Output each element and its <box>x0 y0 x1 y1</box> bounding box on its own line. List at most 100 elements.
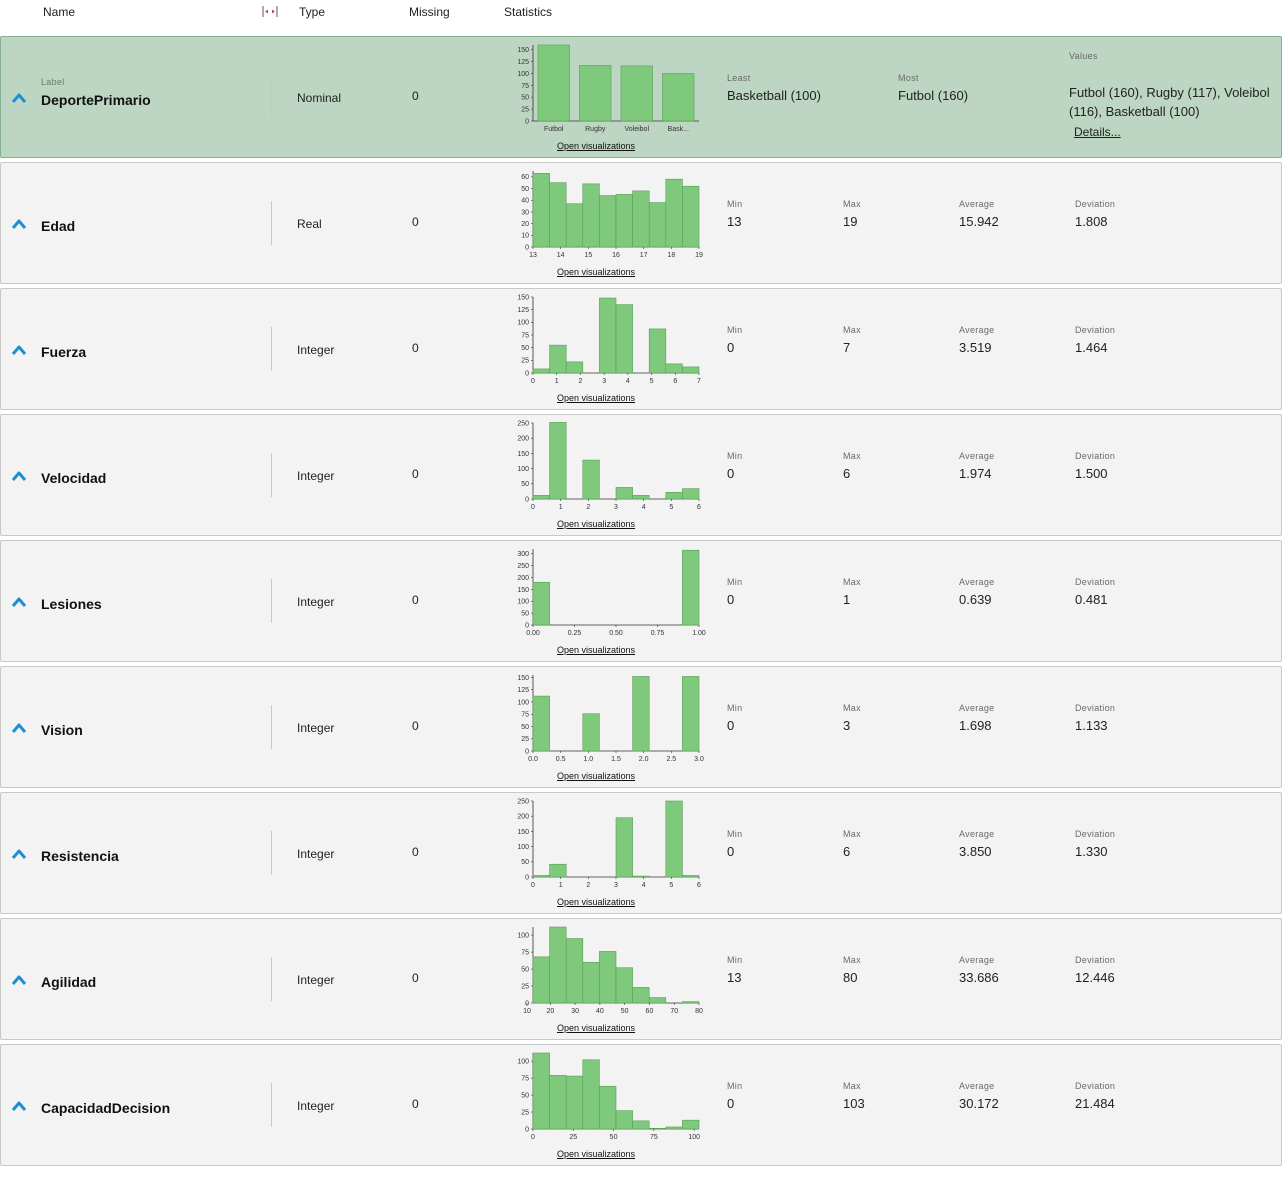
histogram-chart[interactable]: 02550751001020304050607080 <box>509 921 705 1023</box>
missing-count: 0 <box>412 971 419 985</box>
chevron-up-icon[interactable] <box>11 722 27 734</box>
histogram-bar <box>532 173 550 248</box>
histogram-chart[interactable]: 0 25 50 75 100 0 25 50 75 100 <box>509 1047 705 1149</box>
open-visualizations-link[interactable]: Open visualizations <box>557 267 635 277</box>
x-tick-label: 20 <box>546 1008 554 1015</box>
chevron-up-icon[interactable] <box>11 848 27 860</box>
histogram-chart[interactable]: 0 50 100 150 200 250 300 0.00 0.25 0.50 0.75 1.00 <box>509 543 706 645</box>
column-resize-icon[interactable] <box>261 4 279 18</box>
max-value: 19 <box>843 214 858 229</box>
y-tick-label: 10 <box>521 233 529 240</box>
attribute-row[interactable]: Fuerza Integer 0 0 25 50 75 100 125 150 0 1 2 3 4 5 6 7 Op… <box>0 288 1282 410</box>
max-label: Max <box>843 199 861 209</box>
attribute-row[interactable]: Velocidad Integer 0 0 50 100 150 200 250 0 1 2 3 4 5 6 O… <box>0 414 1282 536</box>
x-tick-label: Rugby <box>585 126 606 133</box>
histogram-bar <box>665 1126 683 1130</box>
missing-count: 0 <box>412 341 419 355</box>
histogram-bar <box>682 1119 700 1130</box>
histogram-chart[interactable]: 0 25 50 75 100 125 150 0 1 2 3 4 5 6 7 <box>509 291 705 393</box>
chevron-up-icon[interactable] <box>11 974 27 986</box>
y-tick-label: 100 <box>517 844 529 851</box>
histogram-bar <box>682 549 700 626</box>
min-label: Min <box>727 1081 743 1091</box>
histogram-bar <box>632 875 650 878</box>
chevron-up-icon[interactable] <box>11 596 27 608</box>
open-visualizations-link[interactable]: Open visualizations <box>557 1023 635 1033</box>
open-visualizations-link[interactable]: Open visualizations <box>557 141 635 151</box>
histogram-chart[interactable]: 0 25 50 75 100 125 150 0.0 0.5 1.0 1.5 2.0 2.5 3.0 <box>509 669 705 771</box>
open-visualizations-link[interactable]: Open visualizations <box>557 897 635 907</box>
deviation-value: 1.133 <box>1075 718 1108 733</box>
attribute-name: Resistencia <box>41 848 119 864</box>
chevron-up-icon[interactable] <box>11 344 27 356</box>
x-tick-label: 0 <box>531 1134 535 1141</box>
y-tick-label: 250 <box>517 420 529 427</box>
y-tick-label: 150 <box>517 47 529 54</box>
y-tick-label: 50 <box>521 95 529 102</box>
attribute-row[interactable]: Vision Integer 0 0 25 50 75 100 125 150 0.0 0.5 1.0 1… <box>0 666 1282 788</box>
deviation-label: Deviation <box>1075 1081 1116 1091</box>
y-tick-label: 75 <box>521 1076 529 1083</box>
open-visualizations-link[interactable]: Open visualizations <box>557 771 635 781</box>
attribute-type: Integer <box>297 721 335 735</box>
chevron-up-icon[interactable] <box>11 218 27 230</box>
average-label: Average <box>959 325 995 335</box>
histogram-chart[interactable]: 0 10 20 30 40 50 60 13 14 15 16 17 18 19 <box>509 165 705 267</box>
attribute-row[interactable]: AgilidadInteger0025507510010203040506070… <box>0 918 1282 1040</box>
deviation-label: Deviation <box>1075 451 1116 461</box>
x-tick-label: 19 <box>695 252 703 259</box>
histogram-bar <box>615 487 633 500</box>
histogram-bar <box>615 817 633 878</box>
x-tick-label: 13 <box>529 252 537 259</box>
chevron-up-icon[interactable] <box>11 470 27 482</box>
x-tick-label: 0.75 <box>651 630 665 637</box>
y-tick-label: 25 <box>521 736 529 743</box>
deviation-value: 12.446 <box>1075 970 1115 985</box>
attribute-name: DeportePrimario <box>41 92 151 108</box>
y-tick-label: 100 <box>517 320 529 327</box>
histogram-chart[interactable]: 0 50 100 150 200 250 0 1 2 3 4 5 6 <box>509 795 705 897</box>
attribute-row[interactable]: Lesiones Integer 0 0 50 100 150 200 250 300 0.00 0.… <box>0 540 1282 662</box>
histogram-bar <box>582 961 600 1004</box>
header-missing[interactable]: Missing <box>409 5 450 19</box>
x-tick-label: 5 <box>669 504 673 511</box>
x-tick-label: 3 <box>602 378 606 385</box>
y-tick-label: 50 <box>521 186 529 193</box>
deviation-label: Deviation <box>1075 703 1116 713</box>
y-tick-label: 100 <box>517 466 529 473</box>
histogram-bar <box>615 194 633 248</box>
header-type[interactable]: Type <box>299 5 325 19</box>
attribute-row[interactable]: CapacidadDecision Integer 0 0 25 50 75 100 0 25 50… <box>0 1044 1282 1166</box>
attribute-row[interactable]: Label DeportePrimario Nominal 0 0 25 50 75 100 12… <box>0 36 1282 158</box>
histogram-bar <box>532 368 550 374</box>
average-value: 15.942 <box>959 214 999 229</box>
histogram-bar <box>662 73 695 122</box>
min-label: Min <box>727 451 743 461</box>
y-tick-label: 0 <box>525 118 529 125</box>
header-statistics[interactable]: Statistics <box>504 5 552 19</box>
chevron-up-icon[interactable] <box>11 1100 27 1112</box>
histogram-chart[interactable]: 0 25 50 75 100 125 150 Futbol Rugby Voleibol Bask.… <box>509 39 705 141</box>
deviation-label: Deviation <box>1075 325 1116 335</box>
histogram-bar <box>620 65 653 122</box>
attribute-row[interactable]: Resistencia Integer 0 0 50 100 150 200 250 0 1 2 3 4 5… <box>0 792 1282 914</box>
y-tick-label: 20 <box>521 221 529 228</box>
attribute-row[interactable]: Edad Real 0 0 10 20 30 40 50 60 13 14 15 16 17 18 19 Open… <box>0 162 1282 284</box>
open-visualizations-link[interactable]: Open visualizations <box>557 519 635 529</box>
open-visualizations-link[interactable]: Open visualizations <box>557 393 635 403</box>
histogram-bar <box>599 951 617 1004</box>
header-name[interactable]: Name <box>43 5 75 19</box>
details-link[interactable]: Details... <box>1074 125 1121 139</box>
histogram-chart[interactable]: 0 50 100 150 200 250 0 1 2 3 4 5 6 <box>509 417 705 519</box>
x-tick-label: 1.0 <box>583 756 593 763</box>
histogram-bar <box>549 926 567 1004</box>
histogram-bar <box>665 492 683 500</box>
y-tick-label: 150 <box>517 587 529 594</box>
missing-count: 0 <box>412 593 419 607</box>
open-visualizations-link[interactable]: Open visualizations <box>557 645 635 655</box>
chevron-up-icon[interactable] <box>11 92 27 104</box>
values-label: Values <box>1069 51 1098 61</box>
histogram-bar <box>565 203 584 248</box>
y-tick-label: 50 <box>521 724 529 731</box>
open-visualizations-link[interactable]: Open visualizations <box>557 1149 635 1159</box>
